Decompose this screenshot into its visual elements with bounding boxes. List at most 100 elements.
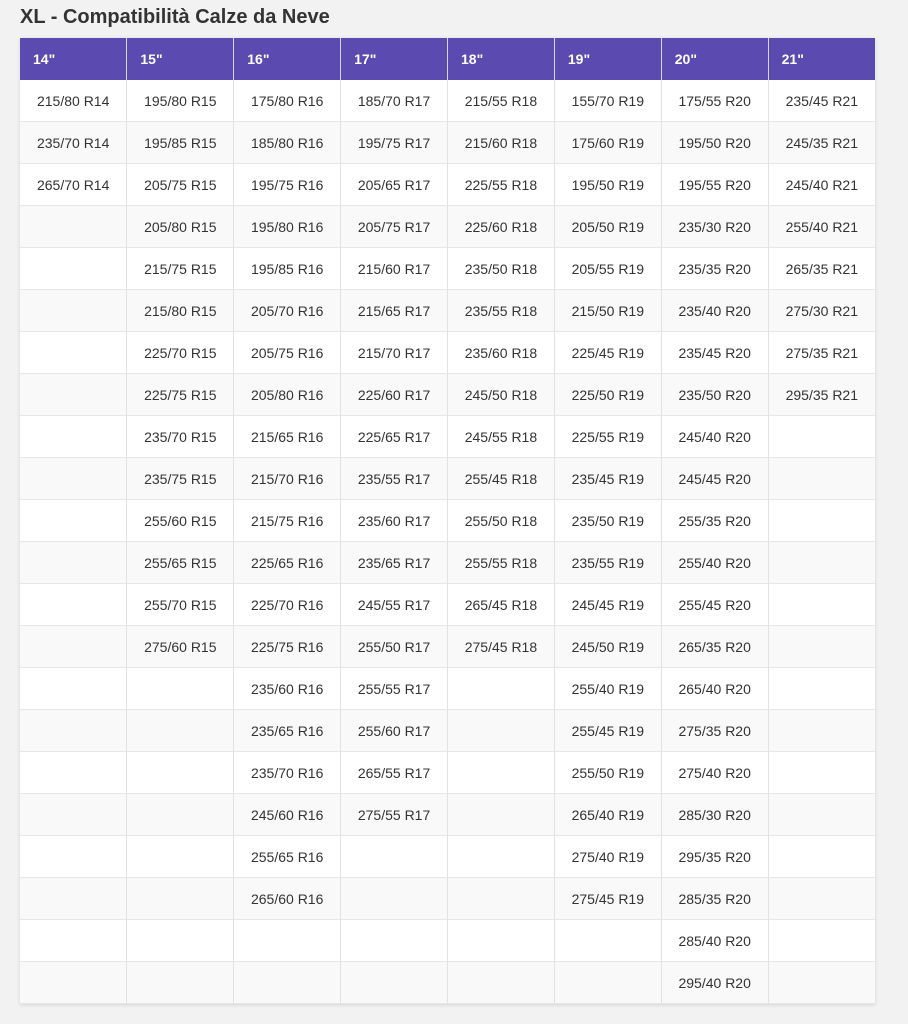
table-row: 235/75 R15 215/70 R16 235/55 R17 255/45 R18… [20,457,875,500]
page-title: XL - Compatibilità Calze da Neve [20,6,330,28]
table-cell [126,919,235,962]
table-cell [768,625,875,668]
table-cell: 245/60 R16 [233,793,342,836]
table-cell [447,877,555,920]
table-cell: 215/75 R15 [126,247,235,290]
table-row: 235/70 R16 265/55 R17 255/50 R19 275/40 R20 [20,751,875,794]
table-cell: 285/40 R20 [661,919,769,962]
column-header-21: 21" [768,38,875,80]
table-cell: 245/50 R19 [554,625,662,668]
table-cell: 275/55 R17 [340,793,448,836]
table-cell: 245/40 R21 [768,163,875,206]
table-cell: 175/55 R20 [661,80,769,122]
table-cell: 235/50 R18 [447,247,555,290]
table-cell: 235/55 R19 [554,541,662,584]
table-cell: 215/60 R17 [340,247,448,290]
table-row: 235/70 R15 215/65 R16 225/65 R17 245/55 R18… [20,415,875,458]
table-cell [126,961,235,1004]
table-cell [554,961,662,1004]
table-row: 215/75 R15 195/85 R16 215/60 R17 235/50 R18… [20,247,875,290]
table-cell: 235/50 R19 [554,499,662,542]
table-cell: 225/70 R15 [126,331,235,374]
table-cell [20,625,128,668]
table-cell [20,961,128,1004]
table-row: 285/40 R20 [20,919,875,962]
column-header-17: 17" [340,38,448,80]
table-cell: 215/65 R16 [233,415,342,458]
table-cell: 275/30 R21 [768,289,875,332]
table-cell [447,919,555,962]
table-cell: 235/60 R16 [233,667,342,710]
table-cell: 205/70 R16 [233,289,342,332]
table-cell [340,835,448,878]
table-row: 265/60 R16 275/45 R19 285/35 R20 [20,877,875,920]
table-cell: 205/75 R16 [233,331,342,374]
table-cell: 235/70 R15 [126,415,235,458]
table-cell: 275/35 R20 [661,709,769,752]
table-cell: 245/40 R20 [661,415,769,458]
table-cell: 255/35 R20 [661,499,769,542]
table-cell: 235/55 R17 [340,457,448,500]
table-cell: 235/65 R17 [340,541,448,584]
table-cell [20,331,128,374]
table-cell: 175/60 R19 [554,121,662,164]
table-row: 235/60 R16 255/55 R17 255/40 R19 265/40 R20 [20,667,875,710]
table-cell [768,583,875,626]
table-cell: 275/45 R18 [447,625,555,668]
table-row: 205/80 R15 195/80 R16 205/75 R17 225/60 R18… [20,205,875,248]
table-cell [768,415,875,458]
table-cell [20,793,128,836]
table-cell: 235/75 R15 [126,457,235,500]
table-cell: 245/55 R18 [447,415,555,458]
table-cell [20,835,128,878]
table-row: 275/60 R15 225/75 R16 255/50 R17 275/45 R18… [20,625,875,668]
table-row: 245/60 R16 275/55 R17 265/40 R19 285/30 R20 [20,793,875,836]
table-cell [340,961,448,1004]
table-cell: 195/50 R20 [661,121,769,164]
table-cell: 275/40 R20 [661,751,769,794]
table-cell [768,499,875,542]
table-cell: 235/40 R20 [661,289,769,332]
table-cell: 205/55 R19 [554,247,662,290]
table-cell [20,457,128,500]
table-cell: 225/60 R17 [340,373,448,416]
table-row: 215/80 R14 195/80 R15 175/80 R16 185/70 R17… [20,80,875,122]
table-cell: 245/55 R17 [340,583,448,626]
table-cell: 275/60 R15 [126,625,235,668]
table-cell [126,877,235,920]
table-row: 235/70 R14 195/85 R15 185/80 R16 195/75 R17… [20,121,875,164]
table-cell: 245/50 R18 [447,373,555,416]
table-cell [20,373,128,416]
table-cell: 235/60 R17 [340,499,448,542]
table-cell: 275/35 R21 [768,331,875,374]
table-row: 225/70 R15 205/75 R16 215/70 R17 235/60 R18… [20,331,875,374]
table-cell: 235/35 R20 [661,247,769,290]
table-cell [768,709,875,752]
table-cell: 255/50 R19 [554,751,662,794]
table-cell [20,247,128,290]
table-cell: 265/40 R19 [554,793,662,836]
table-header-row: 14" 15" 16" 17" 18" 19" 20" 21" [20,38,875,80]
table-cell: 295/35 R20 [661,835,769,878]
table-cell [447,961,555,1004]
table-cell: 225/70 R16 [233,583,342,626]
column-header-20: 20" [661,38,769,80]
table-cell [233,961,342,1004]
table-cell [447,709,555,752]
table-cell [20,709,128,752]
table-cell: 245/45 R20 [661,457,769,500]
table-cell: 255/55 R17 [340,667,448,710]
table-cell: 235/70 R14 [20,121,128,164]
table-cell: 235/30 R20 [661,205,769,248]
table-cell: 255/65 R15 [126,541,235,584]
table-cell [447,793,555,836]
table-row: 255/65 R16 275/40 R19 295/35 R20 [20,835,875,878]
table-cell [126,709,235,752]
table-cell: 245/35 R21 [768,121,875,164]
table-cell: 215/80 R14 [20,80,128,122]
table-cell: 225/45 R19 [554,331,662,374]
table-cell: 215/80 R15 [126,289,235,332]
table-cell [447,751,555,794]
table-cell: 195/50 R19 [554,163,662,206]
table-cell: 265/60 R16 [233,877,342,920]
